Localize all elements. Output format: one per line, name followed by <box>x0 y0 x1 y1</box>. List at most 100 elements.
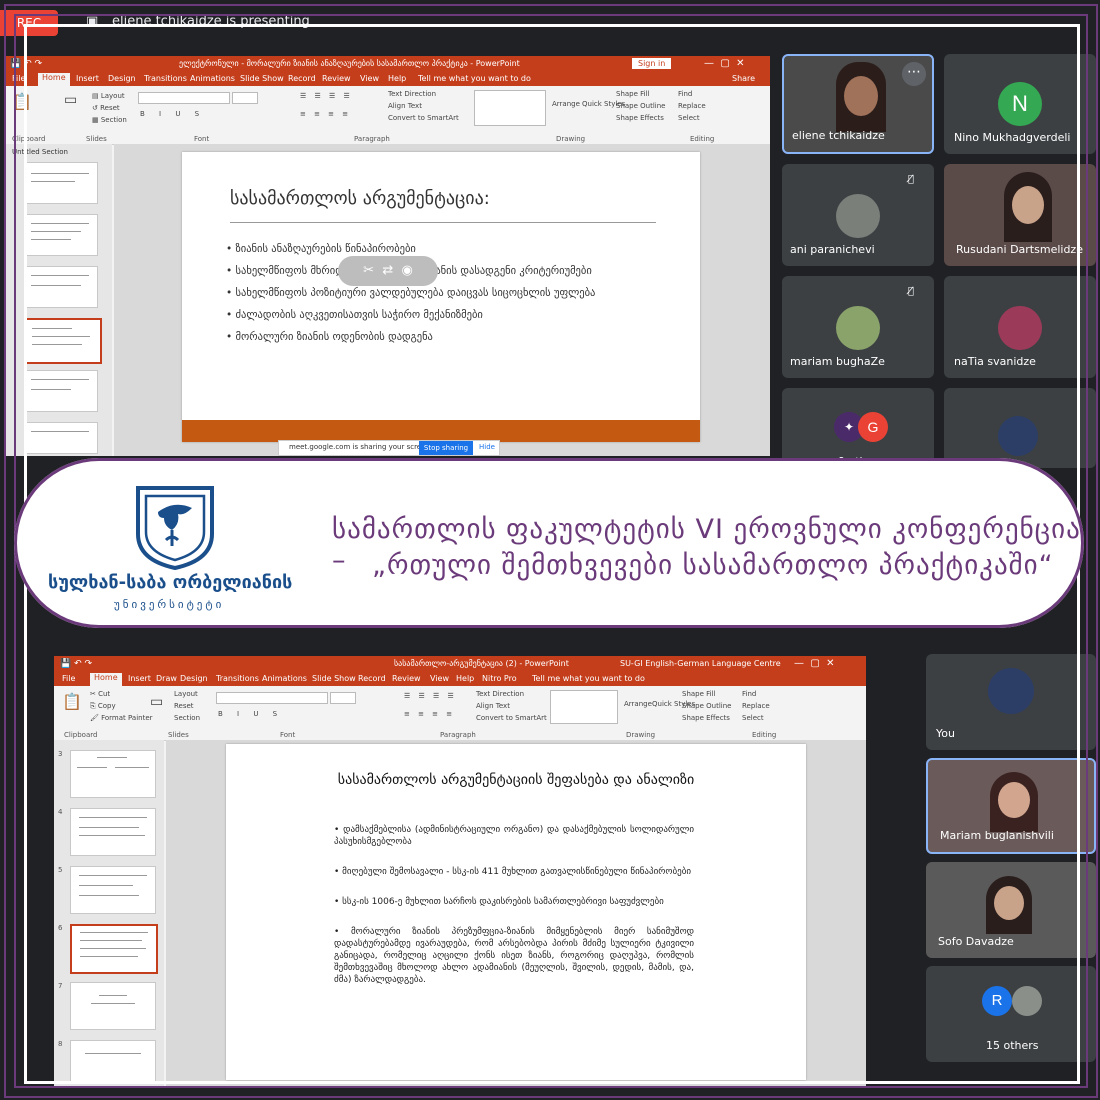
participant-tile[interactable]: naTia svanidze <box>944 276 1096 378</box>
text-direction-button[interactable]: Text Direction <box>476 690 524 698</box>
align-text-button[interactable]: Align Text <box>476 702 510 710</box>
quick-access-icons[interactable]: 💾 ↶ ↷ <box>10 56 42 72</box>
participant-tile[interactable]: ✦ G 9 others <box>782 388 934 468</box>
shape-outline-button[interactable]: Shape Outline <box>616 102 665 110</box>
slide-thumbnail-selected[interactable] <box>70 924 158 974</box>
tab-slide-show[interactable]: Slide Show <box>312 674 356 683</box>
tab-file[interactable]: File <box>12 74 25 83</box>
tab-help[interactable]: Help <box>456 674 474 683</box>
participant-tile[interactable]: 🎙̸ ani paranichevi <box>782 164 934 266</box>
cut-button[interactable]: ✂ Cut <box>90 690 110 698</box>
tab-transitions[interactable]: Transitions <box>216 674 259 683</box>
tab-animations[interactable]: Animations <box>190 74 235 83</box>
tab-record[interactable]: Record <box>358 674 386 683</box>
hide-button[interactable]: Hide <box>479 443 495 451</box>
tab-record[interactable]: Record <box>288 74 316 83</box>
presenter-toolbar[interactable]: ✂ ⇄ ◉ <box>338 256 438 286</box>
shape-outline-button[interactable]: Shape Outline <box>682 702 731 710</box>
find-button[interactable]: Find <box>742 690 756 698</box>
more-options-icon[interactable]: ⋯ <box>902 62 926 86</box>
replace-button[interactable]: Replace <box>742 702 770 710</box>
window-controls[interactable]: — ▢ ✕ <box>704 56 745 72</box>
sign-in-button[interactable]: Sign in <box>632 58 672 69</box>
smartart-button[interactable]: Convert to SmartArt <box>388 114 459 122</box>
tab-review[interactable]: Review <box>322 74 351 83</box>
select-button[interactable]: Select <box>742 714 764 722</box>
tab-view[interactable]: View <box>360 74 379 83</box>
paste-icon[interactable]: 📋 <box>62 692 82 711</box>
tab-insert[interactable]: Insert <box>76 74 99 83</box>
list-icons[interactable]: ☰ ☰ ☰ ☰ <box>300 92 353 100</box>
current-slide[interactable]: სასამართლოს არგუმენტაცია: • ზიანის ანაზღ… <box>182 152 700 442</box>
tab-design[interactable]: Design <box>108 74 136 83</box>
section-button[interactable]: Section <box>174 714 200 722</box>
tab-animations[interactable]: Animations <box>262 674 307 683</box>
layout-button[interactable]: Layout <box>174 690 198 698</box>
slide-thumbnail[interactable] <box>24 422 98 454</box>
arrange-button[interactable]: Arrange <box>624 700 652 708</box>
arrange-button[interactable]: Arrange <box>552 100 580 108</box>
participant-tile[interactable]: Rusudani Dartsmelidze <box>944 164 1096 266</box>
participant-tile[interactable]: R 15 others <box>926 966 1096 1062</box>
layout-button[interactable]: ▤ Layout <box>92 92 125 100</box>
tab-file[interactable]: File <box>62 674 75 683</box>
share-button[interactable]: Share <box>732 74 755 83</box>
current-slide[interactable]: სასამართლოს არგუმენტაციის შეფასება და ან… <box>226 744 806 1080</box>
slide-thumbnails-pane[interactable]: 3 4 5 6 7 8 <box>54 740 164 1086</box>
participant-tile[interactable]: You <box>926 654 1096 750</box>
reset-button[interactable]: Reset <box>174 702 194 710</box>
align-icons[interactable]: ≡ ≡ ≡ ≡ <box>404 710 455 718</box>
new-slide-icon[interactable]: ▭ <box>150 694 163 710</box>
participant-tile[interactable] <box>944 388 1096 468</box>
tab-nitro-pro[interactable]: Nitro Pro <box>482 674 517 683</box>
list-icons[interactable]: ☰ ☰ ☰ ☰ <box>404 692 457 700</box>
tab-insert[interactable]: Insert <box>128 674 151 683</box>
shape-fill-button[interactable]: Shape Fill <box>682 690 716 698</box>
shape-effects-button[interactable]: Shape Effects <box>682 714 730 722</box>
slide-thumbnail[interactable] <box>24 266 98 308</box>
slide-thumbnail[interactable] <box>24 162 98 204</box>
align-icons[interactable]: ≡ ≡ ≡ ≡ <box>300 110 351 118</box>
select-button[interactable]: Select <box>678 114 700 122</box>
participant-tile[interactable]: 🎙̸ mariam bughaZe <box>782 276 934 378</box>
tab-slide-show[interactable]: Slide Show <box>240 74 284 83</box>
quick-access-icons[interactable]: 💾 ↶ ↷ <box>60 656 92 672</box>
font-size-box[interactable] <box>330 692 356 704</box>
tab-help[interactable]: Help <box>388 74 406 83</box>
tab-design[interactable]: Design <box>180 674 208 683</box>
shape-fill-button[interactable]: Shape Fill <box>616 90 650 98</box>
smartart-button[interactable]: Convert to SmartArt <box>476 714 547 722</box>
shapes-gallery[interactable] <box>550 690 618 724</box>
slide-thumbnail[interactable] <box>70 1040 156 1082</box>
format-painter-button[interactable]: 🖌 Format Painter <box>90 714 153 722</box>
find-button[interactable]: Find <box>678 90 692 98</box>
text-direction-button[interactable]: Text Direction <box>388 90 436 98</box>
tab-review[interactable]: Review <box>392 674 421 683</box>
participant-tile[interactable]: N Nino Mukhadgverdeli <box>944 54 1096 154</box>
tab-home[interactable]: Home <box>90 673 122 686</box>
paste-icon[interactable]: 📋 <box>12 92 32 111</box>
font-format-icons[interactable]: B I U S <box>218 710 283 718</box>
font-name-box[interactable] <box>138 92 230 104</box>
section-button[interactable]: ▦ Section <box>92 116 127 124</box>
window-controls[interactable]: — ▢ ✕ <box>794 656 835 672</box>
align-text-button[interactable]: Align Text <box>388 102 422 110</box>
font-name-box[interactable] <box>216 692 328 704</box>
new-slide-icon[interactable]: ▭ <box>64 92 77 108</box>
font-format-icons[interactable]: B I U S <box>140 110 205 118</box>
font-size-box[interactable] <box>232 92 258 104</box>
copy-button[interactable]: ⎘ Copy <box>90 702 116 711</box>
tell-me-search[interactable]: Tell me what you want to do <box>532 674 645 683</box>
slide-thumbnail[interactable] <box>70 866 156 914</box>
tab-draw[interactable]: Draw <box>156 674 177 683</box>
shape-effects-button[interactable]: Shape Effects <box>616 114 664 122</box>
slide-thumbnail[interactable] <box>24 370 98 412</box>
reset-button[interactable]: ↺ Reset <box>92 104 120 112</box>
participant-tile[interactable]: Mariam buglanishvili <box>926 758 1096 854</box>
slide-thumbnail[interactable] <box>70 808 156 856</box>
participant-tile[interactable]: ⋯ eliene tchikaidze <box>782 54 934 154</box>
tab-home[interactable]: Home <box>38 73 70 86</box>
tab-view[interactable]: View <box>430 674 449 683</box>
slide-thumbnail-selected[interactable] <box>24 318 102 364</box>
slide-thumbnails-pane[interactable]: Untitled Section <box>4 144 112 456</box>
